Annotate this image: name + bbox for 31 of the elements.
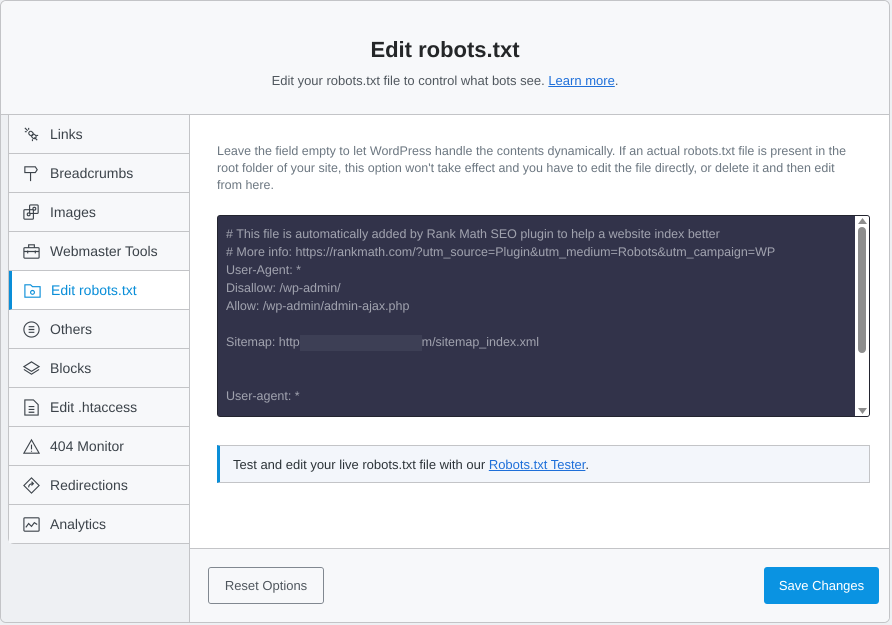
diamond-icon (22, 476, 41, 494)
layers-icon (22, 358, 41, 378)
chart-icon (22, 514, 41, 534)
code-line: Disallow: /wp-admin/ (226, 280, 342, 297)
images-icon (22, 202, 41, 222)
code-line: # This file is automatically added by Rank Math SEO plugin to help a website index better (226, 226, 721, 243)
code-line: m/sitemap_index.xml (422, 335, 540, 349)
scrollbar-thumb[interactable] (858, 227, 866, 353)
notice-text: Test and edit your live robots.txt file with our Robots.txt Tester. (233, 456, 590, 472)
reset-options-button[interactable]: Reset Options (208, 567, 324, 604)
scroll-down-icon[interactable] (858, 408, 866, 414)
list-circle-icon (22, 320, 41, 338)
robots-editor[interactable] (217, 215, 870, 417)
learn-more-link[interactable]: Learn more (548, 73, 615, 88)
scroll-up-icon[interactable] (858, 218, 866, 224)
code-line: Allow: /wp-admin/admin-ajax.php (226, 298, 410, 315)
links-icon (22, 124, 41, 144)
signpost-icon (22, 164, 41, 182)
code-line: User-agent: * (226, 388, 301, 405)
file-icon (22, 398, 41, 416)
page-title: Edit robots.txt (370, 37, 520, 63)
scrollbar[interactable] (855, 216, 869, 416)
code-line: # More info: https://rankmath.com/?utm_source=Plugin&utm_medium=Robots&utm_campaign=WP (226, 244, 776, 261)
description-text: Leave the field empty to let WordPress handle the contents dynamically. If an actual robots.txt file is present in the root folder of your site, this option won't take effect and you have to edit the file directly, or delete it and then edit from here. (217, 143, 848, 194)
warning-icon (22, 436, 41, 456)
sidebar-item[interactable]: Edit robots.txt (9, 271, 190, 310)
toolbox-icon (22, 242, 41, 260)
robots-tester-link[interactable]: Robots.txt Tester (488, 456, 586, 472)
page-subtitle: Edit your robots.txt file to control what bots see. Learn more. (272, 73, 618, 88)
code-line: Sitemap: http (226, 335, 300, 349)
code-line: User-Agent: * (226, 262, 302, 279)
